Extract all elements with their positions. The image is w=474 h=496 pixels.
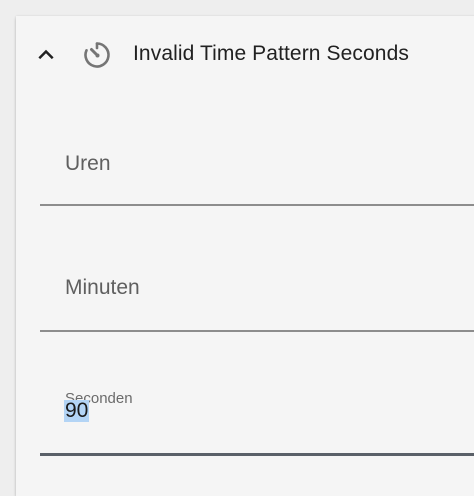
minutes-underline: [40, 330, 474, 332]
card-title: Invalid Time Pattern Seconds: [133, 42, 409, 65]
chevron-up-icon: [38, 49, 54, 60]
minutes-field[interactable]: Minuten: [40, 246, 474, 332]
card-header: Invalid Time Pattern Seconds: [16, 16, 474, 92]
hours-underline: [40, 204, 474, 206]
minutes-label: Minuten: [65, 276, 140, 299]
timer-icon: [84, 42, 110, 68]
collapse-button[interactable]: [34, 42, 58, 66]
seconds-input-value[interactable]: 90: [64, 400, 90, 422]
hours-field[interactable]: Uren: [40, 120, 474, 206]
seconds-underline: [40, 453, 474, 456]
seconds-field[interactable]: Seconden 90: [40, 370, 474, 456]
hours-label: Uren: [65, 152, 111, 175]
trigger-card: Invalid Time Pattern Seconds Uren Minute…: [16, 16, 474, 496]
